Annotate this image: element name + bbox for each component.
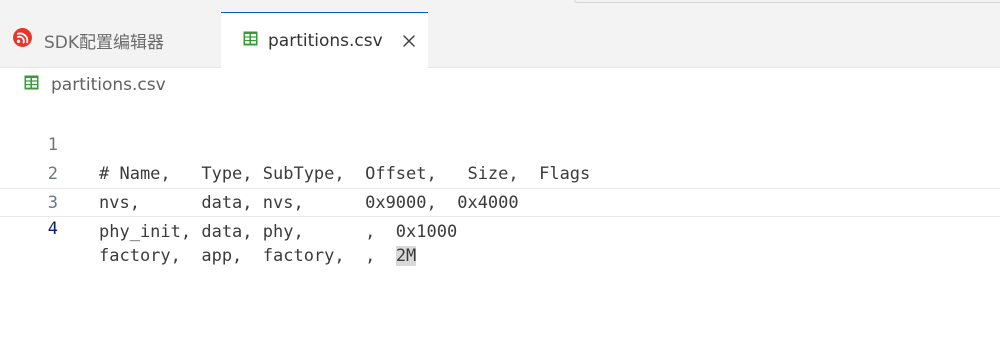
tab-partitions-csv[interactable]: partitions.csv bbox=[221, 12, 428, 69]
line-text: factory, app, factory, , 2M bbox=[99, 243, 417, 270]
line-text-before: factory, app, factory, , bbox=[99, 246, 396, 266]
editor-tab-bar: SDK配置编辑器 partitions.csv bbox=[0, 12, 1000, 69]
tab-label: partitions.csv bbox=[268, 31, 383, 51]
tab-sdk-config-editor[interactable]: SDK配置编辑器 bbox=[0, 12, 221, 68]
selection-highlight: 2M bbox=[395, 246, 417, 266]
editor-line-current[interactable]: 4 factory, app, factory, , 2M bbox=[0, 188, 1000, 266]
close-icon[interactable] bbox=[399, 31, 419, 51]
csv-table-icon bbox=[24, 75, 39, 95]
window-top-strip bbox=[0, 0, 1000, 12]
breadcrumb: partitions.csv bbox=[0, 70, 1000, 100]
breadcrumb-file[interactable]: partitions.csv bbox=[51, 75, 166, 95]
title-bar-frame bbox=[574, 0, 1000, 3]
espressif-logo-icon bbox=[12, 27, 33, 53]
tab-label: SDK配置编辑器 bbox=[44, 32, 165, 53]
line-number: 4 bbox=[47, 219, 58, 239]
csv-table-icon bbox=[243, 31, 258, 51]
editor-line[interactable]: 3 phy_init, data, phy, , 0x1000 bbox=[0, 160, 1000, 242]
editor-line[interactable]: 2 nvs, data, nvs, 0x9000, 0x4000 bbox=[0, 131, 1000, 213]
editor-line[interactable]: 1 # Name, Type, SubType, Offset, Size, F… bbox=[0, 102, 1000, 184]
code-editor[interactable]: 1 # Name, Type, SubType, Offset, Size, F… bbox=[0, 102, 1000, 349]
